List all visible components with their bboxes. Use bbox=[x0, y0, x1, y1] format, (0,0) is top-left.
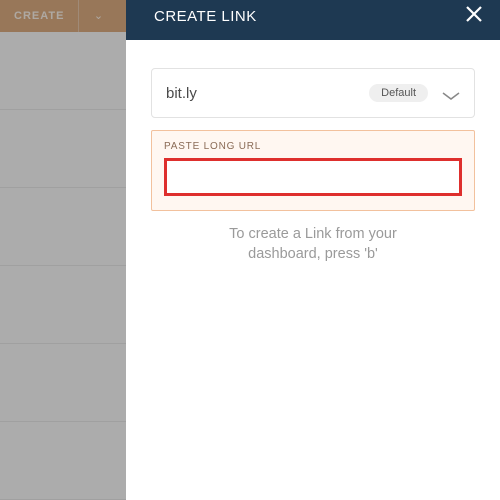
url-section: PASTE LONG URL bbox=[151, 130, 475, 211]
help-text: To create a Link from your dashboard, pr… bbox=[151, 225, 475, 264]
long-url-input[interactable] bbox=[164, 158, 462, 196]
chevron-down-icon bbox=[442, 88, 460, 98]
list-item bbox=[0, 188, 126, 266]
background-header: CREATE ⌄ bbox=[0, 0, 126, 32]
paste-url-label: PASTE LONG URL bbox=[164, 141, 462, 152]
list-item bbox=[0, 344, 126, 422]
domain-right: Default bbox=[369, 84, 460, 102]
chevron-down-icon[interactable]: ⌄ bbox=[84, 9, 103, 22]
list-item bbox=[0, 32, 126, 110]
list-item bbox=[0, 110, 126, 188]
panel-title: CREATE LINK bbox=[154, 8, 257, 25]
domain-value: bit.ly bbox=[166, 85, 197, 102]
list-item bbox=[0, 422, 126, 500]
help-line: To create a Link from your bbox=[151, 225, 475, 245]
create-button[interactable]: CREATE bbox=[0, 0, 79, 32]
close-icon[interactable] bbox=[464, 4, 484, 28]
help-line: dashboard, press 'b' bbox=[151, 245, 475, 265]
default-badge: Default bbox=[369, 84, 428, 102]
background-list bbox=[0, 32, 126, 500]
create-link-panel: CREATE LINK bit.ly Default PASTE LONG UR… bbox=[126, 0, 500, 500]
panel-body: bit.ly Default PASTE LONG URL To create … bbox=[126, 40, 500, 264]
panel-header: CREATE LINK bbox=[126, 0, 500, 40]
domain-selector[interactable]: bit.ly Default bbox=[151, 68, 475, 118]
list-item bbox=[0, 266, 126, 344]
